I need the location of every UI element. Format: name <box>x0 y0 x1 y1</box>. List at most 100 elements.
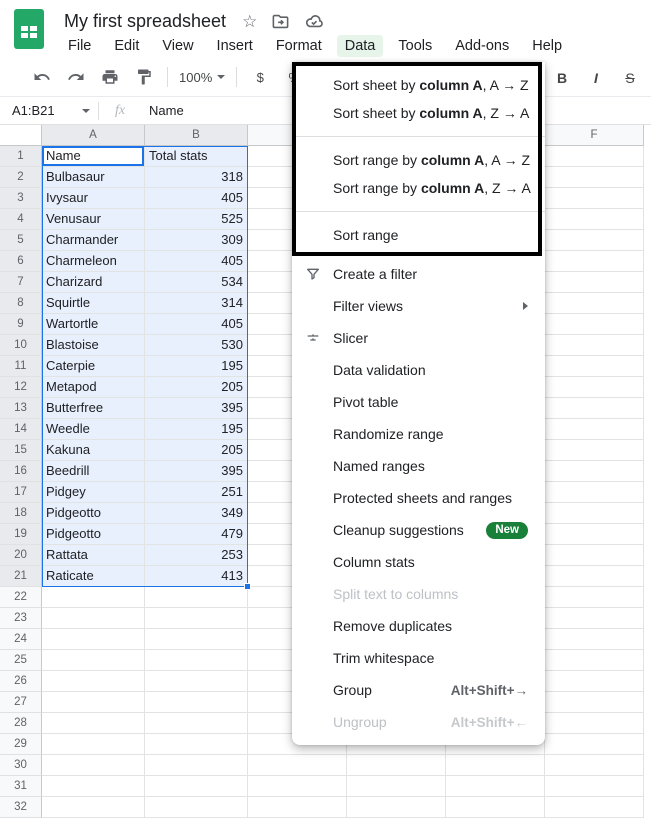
strikethrough-button[interactable]: S <box>618 66 642 90</box>
cell-A19[interactable]: Pidgeotto <box>42 524 145 545</box>
cell-A30[interactable] <box>42 755 145 776</box>
menu-item-create-a-filter[interactable]: Create a filter <box>292 258 545 290</box>
cell-F22[interactable] <box>545 587 644 608</box>
select-all-corner[interactable] <box>0 125 42 146</box>
row-header-10[interactable]: 10 <box>0 335 42 356</box>
cell-A14[interactable]: Weedle <box>42 419 145 440</box>
cell-B17[interactable]: 251 <box>145 482 248 503</box>
paint-format-button[interactable] <box>132 65 156 89</box>
cell-B19[interactable]: 479 <box>145 524 248 545</box>
cell-F29[interactable] <box>545 734 644 755</box>
cell-A18[interactable]: Pidgeotto <box>42 503 145 524</box>
cell-A21[interactable]: Raticate <box>42 566 145 587</box>
menu-item-sort-sheet-a-z[interactable]: Sort sheet by column A, A → Z <box>292 71 545 99</box>
format-currency-button[interactable]: $ <box>248 65 272 89</box>
cell-B30[interactable] <box>145 755 248 776</box>
row-header-28[interactable]: 28 <box>0 713 42 734</box>
cell-A4[interactable]: Venusaur <box>42 209 145 230</box>
row-header-11[interactable]: 11 <box>0 356 42 377</box>
menu-item-data-validation[interactable]: Data validation <box>292 354 545 386</box>
cell-F3[interactable] <box>545 188 644 209</box>
cell-A10[interactable]: Blastoise <box>42 335 145 356</box>
row-header-22[interactable]: 22 <box>0 587 42 608</box>
cloud-saved-icon[interactable] <box>304 11 324 31</box>
menubar-item-addons[interactable]: Add-ons <box>447 35 517 57</box>
cell-B25[interactable] <box>145 650 248 671</box>
cell-A5[interactable]: Charmander <box>42 230 145 251</box>
bold-button[interactable]: B <box>550 66 574 90</box>
undo-button[interactable] <box>30 65 54 89</box>
cell-F18[interactable] <box>545 503 644 524</box>
cell-A26[interactable] <box>42 671 145 692</box>
row-header-17[interactable]: 17 <box>0 482 42 503</box>
row-header-19[interactable]: 19 <box>0 524 42 545</box>
cell-F2[interactable] <box>545 167 644 188</box>
menu-item-group[interactable]: GroupAlt+Shift+→ <box>292 674 545 706</box>
row-header-7[interactable]: 7 <box>0 272 42 293</box>
cell-F15[interactable] <box>545 440 644 461</box>
cell-F19[interactable] <box>545 524 644 545</box>
cell-B5[interactable]: 309 <box>145 230 248 251</box>
cell-F26[interactable] <box>545 671 644 692</box>
menu-item-sort-sheet-z-a[interactable]: Sort sheet by column A, Z → A <box>292 99 545 127</box>
row-header-26[interactable]: 26 <box>0 671 42 692</box>
menu-item-protected-sheets-and-ranges[interactable]: Protected sheets and ranges <box>292 482 545 514</box>
row-header-13[interactable]: 13 <box>0 398 42 419</box>
row-header-23[interactable]: 23 <box>0 608 42 629</box>
cell-A16[interactable]: Beedrill <box>42 461 145 482</box>
menu-item-sort-range-z-a[interactable]: Sort range by column A, Z → A <box>292 174 545 202</box>
name-box[interactable]: A1:B21 <box>0 103 98 118</box>
cell-C30[interactable] <box>248 755 347 776</box>
cell-F13[interactable] <box>545 398 644 419</box>
cell-A28[interactable] <box>42 713 145 734</box>
cell-F20[interactable] <box>545 545 644 566</box>
row-header-2[interactable]: 2 <box>0 167 42 188</box>
cell-B2[interactable]: 318 <box>145 167 248 188</box>
cell-A9[interactable]: Wartortle <box>42 314 145 335</box>
menubar-item-tools[interactable]: Tools <box>390 35 440 57</box>
cell-F24[interactable] <box>545 629 644 650</box>
cell-F10[interactable] <box>545 335 644 356</box>
cell-A22[interactable] <box>42 587 145 608</box>
row-header-15[interactable]: 15 <box>0 440 42 461</box>
cell-B12[interactable]: 205 <box>145 377 248 398</box>
cell-B14[interactable]: 195 <box>145 419 248 440</box>
menubar-item-data[interactable]: Data <box>337 35 384 57</box>
menu-item-pivot-table[interactable]: Pivot table <box>292 386 545 418</box>
row-header-29[interactable]: 29 <box>0 734 42 755</box>
cell-B13[interactable]: 395 <box>145 398 248 419</box>
cell-A8[interactable]: Squirtle <box>42 293 145 314</box>
row-header-31[interactable]: 31 <box>0 776 42 797</box>
menu-item-sort-range-a-z[interactable]: Sort range by column A, A → Z <box>292 146 545 174</box>
row-header-25[interactable]: 25 <box>0 650 42 671</box>
cell-F25[interactable] <box>545 650 644 671</box>
cell-A27[interactable] <box>42 692 145 713</box>
row-header-4[interactable]: 4 <box>0 209 42 230</box>
cell-B21[interactable]: 413 <box>145 566 248 587</box>
cell-F9[interactable] <box>545 314 644 335</box>
cell-B1[interactable]: Total stats <box>145 146 248 167</box>
document-title[interactable]: My first spreadsheet <box>64 11 226 32</box>
row-header-3[interactable]: 3 <box>0 188 42 209</box>
col-header-A[interactable]: A <box>42 125 145 146</box>
menubar-item-format[interactable]: Format <box>268 35 330 57</box>
menu-item-slicer[interactable]: Slicer <box>292 322 545 354</box>
cell-B26[interactable] <box>145 671 248 692</box>
cell-A25[interactable] <box>42 650 145 671</box>
cell-E31[interactable] <box>446 776 545 797</box>
cell-F1[interactable] <box>545 146 644 167</box>
cell-F7[interactable] <box>545 272 644 293</box>
cell-B7[interactable]: 534 <box>145 272 248 293</box>
cell-B6[interactable]: 405 <box>145 251 248 272</box>
cell-B9[interactable]: 405 <box>145 314 248 335</box>
col-header-F[interactable]: F <box>545 125 644 146</box>
cell-F21[interactable] <box>545 566 644 587</box>
cell-D30[interactable] <box>347 755 446 776</box>
cell-F11[interactable] <box>545 356 644 377</box>
row-header-18[interactable]: 18 <box>0 503 42 524</box>
row-header-27[interactable]: 27 <box>0 692 42 713</box>
cell-F14[interactable] <box>545 419 644 440</box>
menu-item-cleanup-suggestions[interactable]: Cleanup suggestionsNew <box>292 514 545 546</box>
cell-B31[interactable] <box>145 776 248 797</box>
cell-A24[interactable] <box>42 629 145 650</box>
